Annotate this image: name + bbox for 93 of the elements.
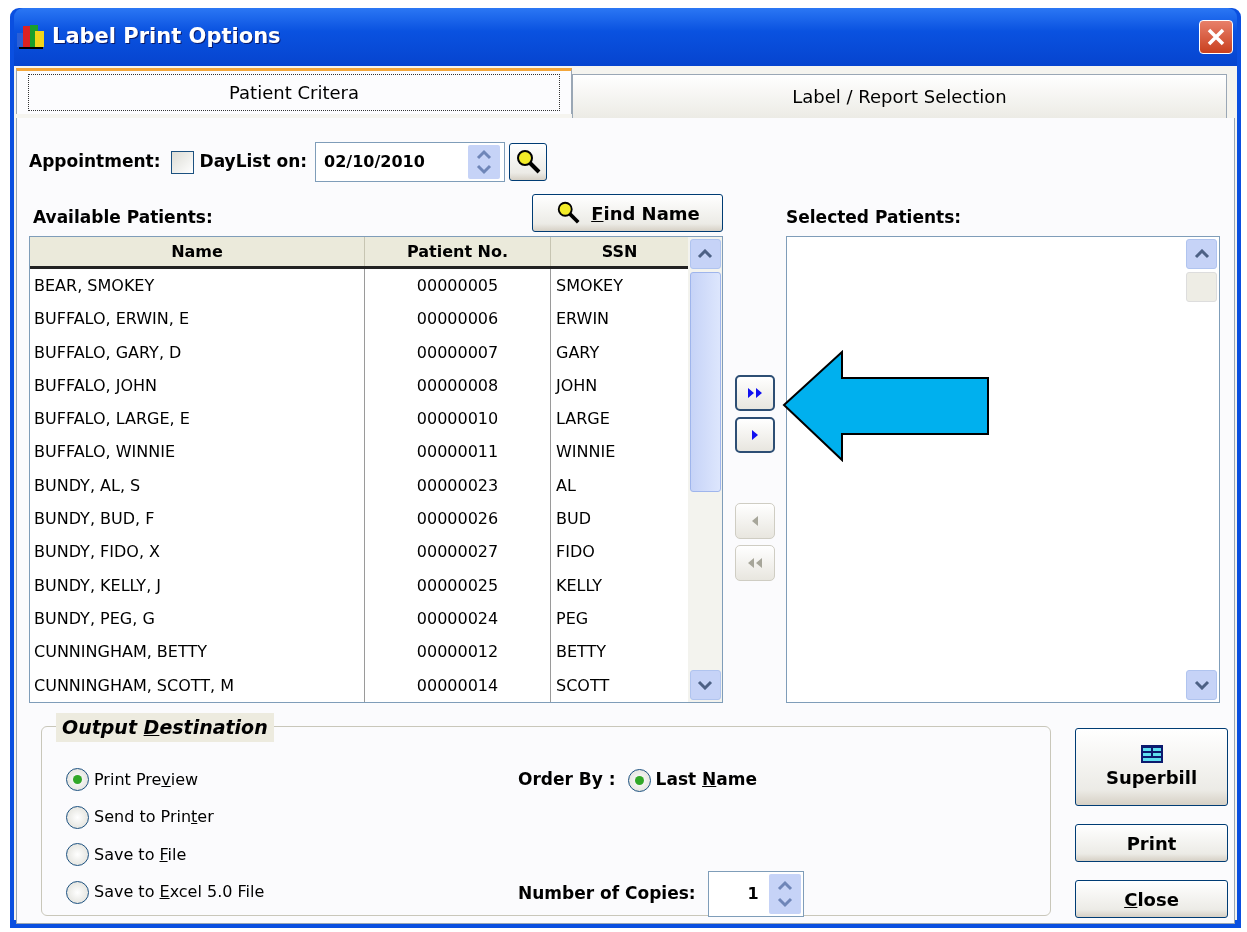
option-label: Print Preview — [94, 768, 199, 791]
scroll-down-button[interactable] — [1186, 670, 1217, 700]
table-cell: 00000010 — [365, 402, 551, 436]
table-cell: 00000006 — [365, 302, 551, 336]
scroll-up-button[interactable] — [1186, 239, 1217, 269]
selected-patients-label: Selected Patients: — [786, 205, 962, 229]
order-by-label: Order By : — [518, 768, 616, 792]
close-icon[interactable] — [1199, 20, 1233, 54]
group-legend: Output Destination — [56, 713, 274, 742]
appointment-label: Appointment: — [29, 150, 161, 174]
radio-button[interactable] — [66, 843, 89, 867]
form-icon — [1139, 743, 1164, 764]
table-cell-text: JOHN — [554, 374, 599, 397]
find-name-button[interactable]: Find Name — [532, 194, 723, 232]
search-button[interactable] — [509, 143, 548, 181]
chevron-down-icon — [1193, 680, 1210, 690]
move-button[interactable] — [734, 375, 775, 411]
table-cell-text: SMOKEY — [555, 275, 624, 297]
date-field[interactable]: 02/10/2010 — [315, 142, 506, 182]
available-patients-label: Available Patients: — [33, 205, 213, 229]
table-cell: BUNDY, PEG, G — [30, 601, 365, 636]
copies-spinner[interactable] — [768, 874, 801, 914]
table-cell-text: ERWIN — [555, 308, 611, 331]
copies-field[interactable]: 1 — [707, 871, 804, 917]
table-cell-text: AL — [555, 474, 577, 497]
copies-label: Number of Copies: — [518, 882, 696, 906]
table-cell-text: FIDO — [555, 541, 596, 564]
option-label: Save to File — [94, 843, 187, 866]
table-cell: 00000024 — [365, 601, 551, 636]
table-cell-text: SCOTT — [555, 674, 611, 697]
table-cell: 00000023 — [365, 468, 551, 503]
table-cell-text: BUD — [555, 508, 592, 531]
table-cell: BUNDY, BUD, F — [30, 502, 365, 536]
radio-button[interactable] — [66, 805, 89, 829]
option-label: Last Name — [655, 768, 757, 792]
tab[interactable]: Patient Critera — [16, 68, 572, 114]
daylist-label: DayList on: — [199, 150, 308, 174]
table-cell: CUNNINGHAM, SCOTT, M — [30, 668, 365, 702]
app-icon — [16, 23, 46, 51]
scroll-up-button[interactable] — [689, 239, 721, 269]
table-cell: BUFFALO, WINNIE — [30, 435, 365, 469]
table-cell: BUFFALO, JOHN — [30, 368, 365, 403]
table-cell: BEAR, SMOKEY — [30, 269, 365, 303]
table-cell-text: BETTY — [555, 641, 608, 664]
radio-button[interactable] — [66, 880, 89, 904]
table-cell: 00000012 — [365, 635, 551, 669]
table-cell: 00000027 — [365, 535, 551, 569]
double-left-arrow-icon — [747, 558, 762, 568]
option-label: Send to Printer — [94, 806, 214, 829]
table-cell: 00000026 — [365, 502, 551, 536]
scroll-thumb[interactable] — [1186, 272, 1217, 302]
print-button[interactable]: Print — [1075, 824, 1228, 862]
chevron-down-icon — [697, 680, 713, 690]
move-button[interactable] — [734, 417, 775, 453]
table-cell-text: GARY — [555, 341, 601, 364]
chevron-up-icon — [1193, 249, 1210, 259]
column-header[interactable]: SSN — [551, 237, 688, 266]
scrollbar[interactable] — [688, 237, 722, 702]
radio-button[interactable] — [66, 768, 89, 792]
table-cell: BUFFALO, LARGE, E — [30, 402, 365, 436]
table-cell: 00000014 — [365, 668, 551, 702]
double-right-arrow-icon — [747, 388, 762, 398]
right-arrow-icon — [751, 430, 758, 440]
left-arrow-icon — [751, 516, 758, 526]
table-cell: 00000005 — [365, 269, 551, 303]
table-cell-text: WINNIE — [555, 441, 617, 464]
table-cell-text: KELLY — [555, 574, 604, 597]
table-cell: CUNNINGHAM, BETTY — [30, 635, 365, 669]
superbill-button[interactable]: Superbill — [1075, 728, 1228, 806]
table-cell: BUNDY, AL, S — [30, 468, 365, 503]
table-cell: 00000025 — [365, 568, 551, 602]
column-header[interactable]: Name — [30, 237, 365, 266]
option-label: Save to Excel 5.0 File — [94, 881, 265, 904]
tab[interactable]: Label / Report Selection — [572, 74, 1227, 118]
radio-button[interactable] — [627, 768, 651, 792]
table-cell: BUNDY, KELLY, J — [30, 568, 365, 602]
column-header[interactable]: Patient No. — [365, 237, 551, 266]
window-title: Label Print Options — [52, 23, 281, 51]
table-cell: 00000007 — [365, 335, 551, 369]
search-icon — [555, 200, 582, 226]
table-cell: BUNDY, FIDO, X — [30, 535, 365, 569]
date-spinner[interactable] — [468, 145, 501, 179]
table-cell: BUFFALO, ERWIN, E — [30, 302, 365, 336]
chevron-up-icon — [697, 249, 713, 259]
table-cell: BUFFALO, GARY, D — [30, 335, 365, 369]
table-cell: 00000008 — [365, 368, 551, 403]
table-cell: 00000011 — [365, 435, 551, 469]
scroll-thumb[interactable] — [689, 272, 721, 492]
table-cell-text: PEG — [555, 607, 590, 630]
close-button[interactable]: Close — [1075, 880, 1228, 918]
daylist-checkbox[interactable] — [170, 150, 194, 174]
scroll-down-button[interactable] — [689, 670, 721, 700]
table-cell-text: LARGE — [555, 408, 611, 431]
